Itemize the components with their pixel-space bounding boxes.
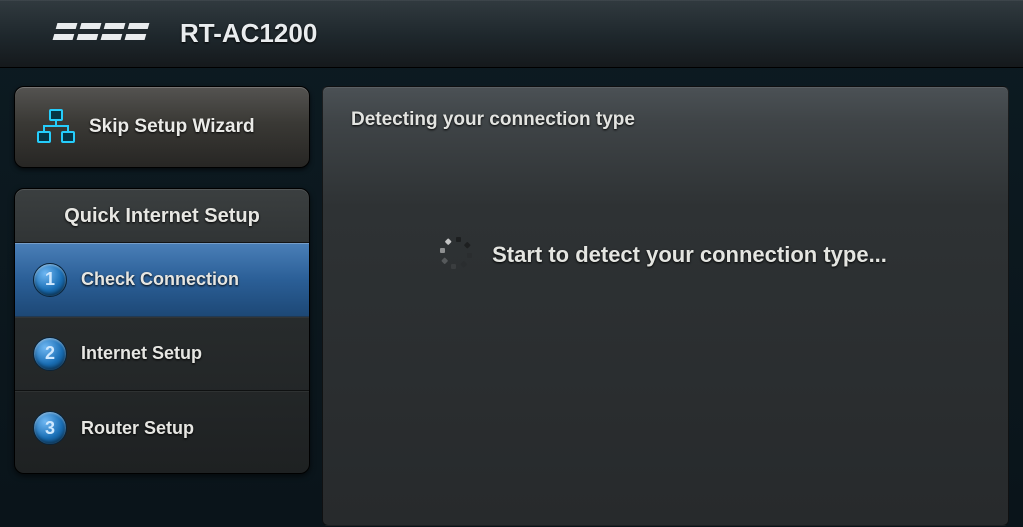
app-header: RT-AC1200 — [0, 0, 1023, 68]
step-label: Router Setup — [81, 418, 194, 439]
step-label: Internet Setup — [81, 343, 202, 364]
skip-setup-wizard-label: Skip Setup Wizard — [89, 116, 255, 138]
panel-title: Detecting your connection type — [351, 109, 980, 131]
wizard-step-router-setup[interactable]: 3 Router Setup — [15, 391, 309, 465]
quick-internet-setup-card: Quick Internet Setup 1 Check Connection … — [14, 188, 310, 474]
wizard-step-internet-setup[interactable]: 2 Internet Setup — [15, 317, 309, 391]
step-number-badge: 3 — [33, 411, 67, 445]
asus-logo-icon — [46, 21, 158, 47]
step-number-badge: 1 — [33, 263, 67, 297]
loading-spinner-icon — [444, 241, 472, 269]
wizard-step-check-connection[interactable]: 1 Check Connection — [15, 243, 309, 317]
status-message: Start to detect your connection type... — [492, 242, 887, 268]
step-label: Check Connection — [81, 269, 239, 290]
router-model: RT-AC1200 — [180, 18, 317, 49]
brand-logo — [46, 21, 158, 47]
status-line: Start to detect your connection type... — [351, 241, 980, 269]
skip-setup-wizard-button[interactable]: Skip Setup Wizard — [14, 86, 310, 168]
step-number-badge: 2 — [33, 337, 67, 371]
network-topology-icon — [33, 106, 79, 148]
main-panel: Detecting your connection type Start to … — [322, 86, 1009, 526]
wizard-title: Quick Internet Setup — [15, 189, 309, 243]
